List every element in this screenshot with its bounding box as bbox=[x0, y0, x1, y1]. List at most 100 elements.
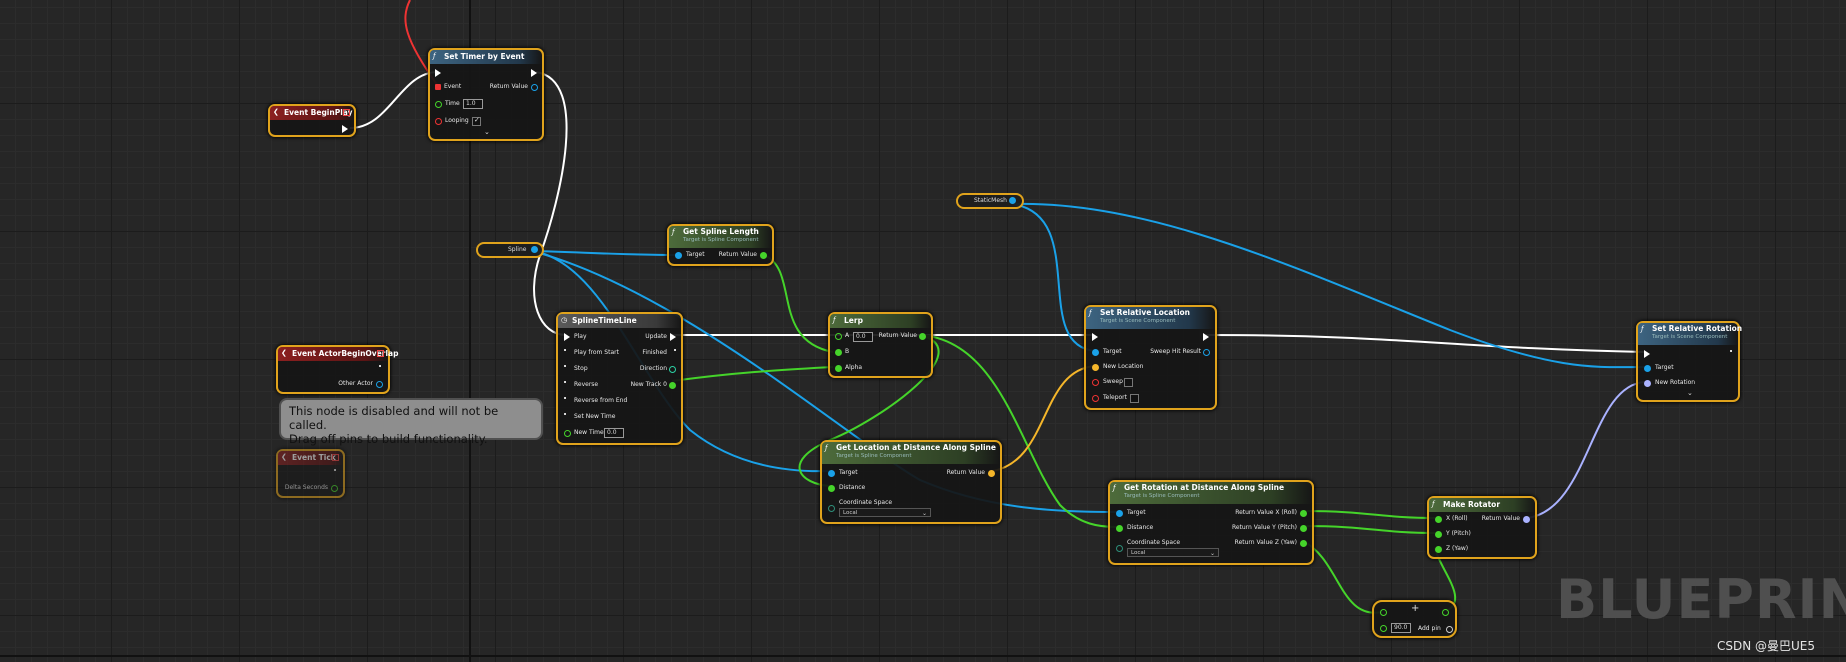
new-rotation-pin[interactable] bbox=[1644, 380, 1651, 387]
wire-make-setrot[interactable] bbox=[1526, 381, 1646, 519]
staticmesh-variable-node[interactable]: StaticMesh bbox=[956, 193, 1024, 209]
coordinate-space-pin[interactable] bbox=[1116, 545, 1123, 552]
lerp-node[interactable]: ƒ Lerp A 0.0 B Alpha Return Value bbox=[828, 312, 933, 378]
spline-variable-node[interactable]: Spline bbox=[476, 242, 544, 258]
coordinate-space-pin[interactable] bbox=[828, 505, 835, 512]
add-float-node[interactable]: 90.0 + Add pin bbox=[1372, 600, 1457, 638]
new-location-pin[interactable] bbox=[1092, 364, 1099, 371]
set-relative-location-node[interactable]: ƒ Set Relative Location Target is Scene Co… bbox=[1084, 305, 1217, 410]
add-pin-label[interactable]: Add pin bbox=[1418, 625, 1441, 633]
delta-seconds-pin[interactable] bbox=[331, 485, 338, 492]
wire-length-lerp-b[interactable] bbox=[763, 254, 834, 353]
play-from-start-pin[interactable] bbox=[564, 349, 566, 351]
return-value-pin[interactable] bbox=[919, 333, 926, 340]
exec-in-pin[interactable] bbox=[1644, 350, 1650, 358]
set-timer-by-event-node[interactable]: ƒ Set Timer by Event Event Return Value T… bbox=[428, 48, 544, 141]
get-rotation-at-distance-node[interactable]: ƒ Get Rotation at Distance Along Spline Ta… bbox=[1108, 480, 1314, 565]
direction-pin[interactable] bbox=[669, 366, 676, 373]
b-pin[interactable] bbox=[835, 349, 842, 356]
new-time-pin[interactable] bbox=[564, 430, 571, 437]
return-value-pin[interactable] bbox=[760, 252, 767, 259]
wire-exec-setloc-setrot[interactable] bbox=[1205, 334, 1646, 353]
event-delegate-pin[interactable] bbox=[435, 84, 441, 90]
input-b-pin[interactable] bbox=[1380, 625, 1387, 632]
target-pin[interactable] bbox=[675, 252, 682, 259]
return-value-pin[interactable] bbox=[531, 84, 538, 91]
expand-chevron-icon[interactable]: ⌄ bbox=[484, 128, 490, 136]
return-value-pin[interactable] bbox=[988, 470, 995, 477]
coordinate-space-dropdown[interactable]: Local ⌄ bbox=[839, 508, 931, 517]
new-track-pin[interactable] bbox=[669, 382, 676, 389]
a-pin[interactable] bbox=[835, 333, 842, 340]
return-value-pin[interactable] bbox=[1523, 516, 1530, 523]
expand-chevron-icon[interactable]: ⌄ bbox=[1687, 389, 1693, 397]
teleport-pin[interactable] bbox=[1092, 395, 1099, 402]
wire-track-lerp-alpha[interactable] bbox=[671, 366, 834, 382]
get-location-at-distance-node[interactable]: ƒ Get Location at Distance Along Spline Ta… bbox=[820, 440, 1002, 524]
target-pin[interactable] bbox=[828, 470, 835, 477]
finished-pin[interactable] bbox=[674, 349, 676, 351]
exec-in-pin[interactable] bbox=[435, 69, 441, 77]
input-b-value-field[interactable]: 90.0 bbox=[1391, 623, 1411, 633]
input-a-pin[interactable] bbox=[1380, 609, 1387, 616]
wire-ry-make[interactable] bbox=[1302, 525, 1436, 534]
exec-out-pin[interactable] bbox=[1730, 350, 1732, 352]
get-spline-length-node[interactable]: ƒ Get Spline Length Target is Spline Compo… bbox=[667, 224, 774, 266]
exec-in-pin[interactable] bbox=[1092, 333, 1098, 341]
output-pin[interactable] bbox=[1442, 609, 1449, 616]
distance-pin[interactable] bbox=[828, 485, 835, 492]
stop-pin[interactable] bbox=[564, 365, 566, 367]
other-actor-pin[interactable] bbox=[376, 381, 383, 388]
alpha-pin[interactable] bbox=[835, 365, 842, 372]
update-pin[interactable] bbox=[670, 333, 676, 341]
time-value-field[interactable]: 1.0 bbox=[463, 99, 483, 109]
play-pin[interactable] bbox=[564, 333, 570, 341]
y-pitch-pin[interactable] bbox=[1435, 531, 1442, 538]
x-roll-pin[interactable] bbox=[1435, 516, 1442, 523]
time-pin[interactable] bbox=[435, 101, 442, 108]
target-pin[interactable] bbox=[1092, 349, 1099, 356]
sweep-checkbox[interactable] bbox=[1124, 378, 1133, 387]
add-pin-icon[interactable] bbox=[1446, 626, 1453, 633]
wire-staticmesh-setloc[interactable] bbox=[1011, 203, 1096, 352]
return-y-pin[interactable] bbox=[1300, 525, 1307, 532]
spline-timeline-node[interactable]: ◷ SplineTimeLine Play Play from Start Sto… bbox=[556, 312, 683, 445]
coordinate-space-dropdown[interactable]: Local ⌄ bbox=[1127, 548, 1219, 557]
looping-checkbox[interactable]: ✓ bbox=[472, 116, 481, 126]
return-value-label: Return Value bbox=[489, 83, 528, 90]
make-rotator-node[interactable]: ƒ Make Rotator X (Roll) Y (Pitch) Z (Yaw)… bbox=[1427, 496, 1537, 559]
target-pin[interactable] bbox=[1644, 365, 1651, 372]
a-value-field[interactable]: 0.0 bbox=[853, 332, 873, 342]
exec-out-pin[interactable] bbox=[1203, 333, 1209, 341]
return-x-pin[interactable] bbox=[1300, 510, 1307, 517]
staticmesh-out-pin[interactable] bbox=[1009, 197, 1016, 204]
wire-exec-beginplay-timer[interactable] bbox=[349, 71, 439, 129]
reverse-pin[interactable] bbox=[564, 381, 566, 383]
exec-out-pin[interactable] bbox=[379, 365, 381, 367]
exec-out-pin[interactable] bbox=[342, 125, 348, 133]
set-relative-rotation-node[interactable]: ƒ Set Relative Rotation Target is Scene Co… bbox=[1636, 321, 1742, 402]
wire-rz-add[interactable] bbox=[1302, 540, 1383, 614]
wire-rx-make[interactable] bbox=[1302, 510, 1436, 519]
new-time-value-field[interactable]: 0.0 bbox=[604, 428, 624, 438]
distance-pin[interactable] bbox=[1116, 525, 1123, 532]
event-beginplay-node[interactable]: ❮ Event BeginPlay bbox=[268, 104, 356, 137]
wire-spline-getlength[interactable] bbox=[531, 250, 681, 256]
sweep-hit-pin[interactable] bbox=[1203, 349, 1210, 356]
reverse-from-end-pin[interactable] bbox=[564, 397, 566, 399]
event-tick-node[interactable]: ❮ Event Tick Delta Seconds bbox=[276, 449, 345, 498]
looping-pin[interactable] bbox=[435, 118, 442, 125]
exec-out-pin[interactable] bbox=[334, 469, 336, 471]
delta-seconds-label: Delta Seconds bbox=[284, 484, 328, 491]
z-yaw-pin[interactable] bbox=[1435, 546, 1442, 553]
wire-loc-setloc[interactable] bbox=[992, 365, 1096, 472]
spline-out-pin[interactable] bbox=[531, 246, 538, 253]
exec-out-pin[interactable] bbox=[531, 69, 537, 77]
event-actor-begin-overlap-node[interactable]: ❮ Event ActorBeginOverlap Other Actor bbox=[276, 345, 398, 394]
sweep-label: Sweep bbox=[1103, 378, 1123, 385]
return-z-pin[interactable] bbox=[1300, 540, 1307, 547]
sweep-pin[interactable] bbox=[1092, 379, 1099, 386]
set-new-time-pin[interactable] bbox=[564, 413, 566, 415]
target-pin[interactable] bbox=[1116, 510, 1123, 517]
teleport-checkbox[interactable] bbox=[1130, 394, 1139, 403]
